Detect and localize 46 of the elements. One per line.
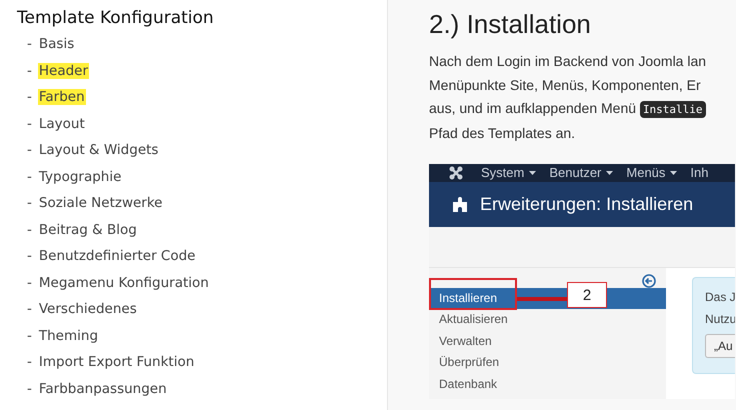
- section-heading: 2.) Installation: [429, 8, 592, 40]
- logo-icon: [449, 166, 463, 180]
- sidebar-link[interactable]: Theming: [38, 328, 100, 344]
- sidebar-link[interactable]: Farbbanpassungen: [38, 380, 168, 397]
- list-dash: -: [27, 89, 32, 106]
- nav-item[interactable]: Aktualisieren: [429, 309, 666, 331]
- callout-label: 2: [567, 282, 607, 308]
- sidebar-link[interactable]: Layout & Widgets: [38, 142, 160, 158]
- sidebar-link[interactable]: Verschiedenes: [38, 301, 138, 318]
- sidebar-link[interactable]: Benutzdefinierter Code: [38, 248, 196, 264]
- list-dash: -: [27, 142, 32, 158]
- sidebar-link[interactable]: Typographie: [38, 168, 122, 185]
- list-dash: -: [27, 274, 32, 291]
- menu-item[interactable]: Inh: [690, 165, 708, 180]
- sidebar-link[interactable]: Import Export Funktion: [38, 354, 196, 370]
- list-dash: -: [27, 354, 32, 370]
- list-dash: -: [27, 62, 32, 79]
- nav-item[interactable]: Überprüfen: [429, 352, 666, 374]
- nav-item[interactable]: Datenbank: [429, 374, 666, 396]
- list-dash: -: [27, 195, 32, 212]
- list-dash: -: [27, 380, 32, 397]
- puzzle-icon: [451, 196, 469, 212]
- paragraph: Nach dem Login im Backend von Joomla lan Menüpunkte Site, Menüs, Komponenten, Er aus, und im aufklappenden Menü Installie Pfad des Templates an.: [429, 52, 708, 144]
- menu-item[interactable]: System: [481, 165, 536, 180]
- list-dash: -: [27, 168, 32, 185]
- list-dash: -: [27, 328, 32, 344]
- sidebar-link[interactable]: Megamenu Konfiguration: [38, 274, 210, 291]
- list-dash: -: [27, 301, 32, 318]
- page-title: Erweiterungen: Installieren: [480, 194, 694, 215]
- sidebar-link[interactable]: Beitrag & Blog: [38, 222, 138, 238]
- menu-item[interactable]: Menüs: [626, 165, 678, 180]
- sidebar-link[interactable]: Basis: [38, 36, 76, 52]
- list-dash: -: [27, 222, 32, 238]
- menu-item[interactable]: Benutzer: [549, 165, 614, 180]
- list-dash: -: [27, 248, 32, 264]
- sidebar-link[interactable]: Header: [38, 62, 90, 79]
- sidebar-link[interactable]: Farben: [38, 89, 86, 106]
- sidebar-link[interactable]: Layout: [38, 116, 86, 132]
- sidebar-title: Template Konfiguration: [17, 8, 215, 28]
- nav-item[interactable]: Verwalten: [429, 330, 666, 352]
- list-dash: -: [27, 36, 32, 52]
- list-dash: -: [27, 116, 32, 132]
- sidebar-link[interactable]: Soziale Netzwerke: [38, 195, 164, 212]
- info-text: Das J: [705, 288, 735, 306]
- code-snippet: Installie: [640, 101, 706, 118]
- action-button[interactable]: „Au: [705, 334, 735, 358]
